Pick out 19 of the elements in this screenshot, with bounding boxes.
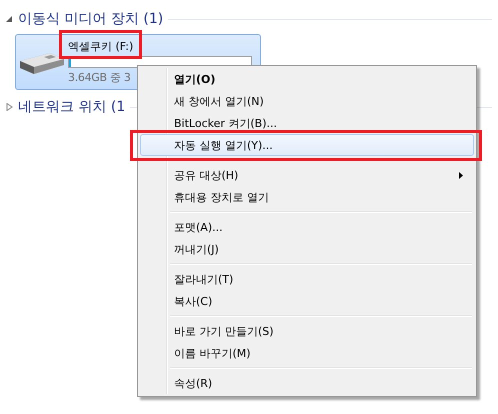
free-space-text: 3.64GB 중 3 <box>68 70 131 85</box>
menu-item[interactable]: 바로 가기 만들기(S) <box>140 320 474 342</box>
group-title[interactable]: 네트워크 위치 (1 <box>18 98 126 116</box>
menu-item[interactable]: 포맷(A)... <box>140 216 474 238</box>
menu-item[interactable]: 공유 대상(H) <box>140 164 474 186</box>
menu-item[interactable]: 복사(C) <box>140 290 474 312</box>
collapse-icon[interactable] <box>6 15 13 23</box>
menu-item[interactable]: BitLocker 켜기(B)... <box>140 112 474 134</box>
menu-item[interactable]: 휴대용 장치로 열기 <box>140 186 474 208</box>
menu-item[interactable]: 자동 실행 열기(Y)... <box>140 134 474 156</box>
menu-item[interactable]: 꺼내기(J) <box>140 238 474 260</box>
expand-icon[interactable] <box>6 103 13 111</box>
menu-item[interactable]: 이름 바꾸기(M) <box>140 342 474 364</box>
group-title[interactable]: 이동식 미디어 장치 (1) <box>18 10 164 28</box>
menu-item[interactable]: 속성(R) <box>140 372 474 394</box>
drive-name: 엑셀쿠키 (F:) <box>68 39 134 54</box>
menu-item[interactable]: 잘라내기(T) <box>140 268 474 290</box>
submenu-arrow-icon <box>459 172 463 178</box>
menu-item[interactable]: 새 창에서 열기(N) <box>140 90 474 112</box>
